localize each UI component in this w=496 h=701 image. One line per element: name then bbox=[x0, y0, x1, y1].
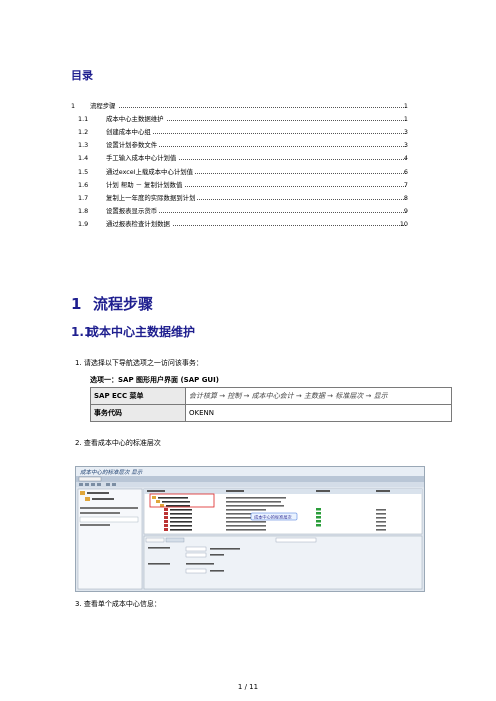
toc-leader bbox=[90, 101, 406, 108]
section-heading-1: 1 流程步骤 bbox=[71, 293, 153, 314]
toc-entry-text: 复制上一年度的实际数据到计划 bbox=[106, 192, 198, 203]
toc-entry-number: 1.4 bbox=[78, 154, 89, 163]
toc-entry-text: 成本中心主数据维护 bbox=[106, 114, 166, 125]
toc-entry-page: 1 bbox=[403, 115, 408, 124]
toc-entry[interactable]: 1.1 成本中心主数据维护 1 bbox=[0, 114, 496, 125]
toc-entry-number: 1.5 bbox=[78, 167, 89, 176]
navigation-table: SAP ECC 菜单 会计核算 → 控制 → 成本中心会计 → 主数据 → 标准… bbox=[90, 387, 452, 422]
toc-entry-page: 4 bbox=[403, 154, 408, 163]
toc-entry-number: 1.9 bbox=[78, 219, 89, 228]
toc-entry-page: 10 bbox=[399, 219, 408, 228]
toc-entry-number: 1 bbox=[71, 102, 76, 110]
menu-label: SAP ECC 菜单 bbox=[90, 387, 186, 405]
step-2: 2. 查看成本中心的标准层次 bbox=[75, 439, 161, 447]
section-number: 1.1 bbox=[71, 325, 93, 339]
toc-entry-text: 创建成本中心组 bbox=[106, 127, 153, 138]
toc-entry-text: 手工输入成本中心计划值 bbox=[106, 153, 179, 164]
toc-entry-text: 计划 帮助 － 复制计划数值 bbox=[106, 179, 185, 190]
sap-screenshot: 成本中心的标准层次 显示 成本中心的标准层次 bbox=[75, 466, 425, 592]
toc-entry-page: 3 bbox=[403, 141, 408, 150]
option-one-label: 选项一：SAP 图形用户界面 (SAP GUI) bbox=[90, 376, 219, 384]
sap-screenshot-drawing: 成本中心的标准层次 显示 成本中心的标准层次 bbox=[76, 467, 424, 590]
toc-entry-number: 1.2 bbox=[78, 128, 89, 137]
toc-entry-page: 1 bbox=[403, 102, 408, 110]
toc-entry-text: 设置报表显示货币 bbox=[106, 205, 160, 216]
toc-entry[interactable]: 1.8 设置报表显示货币 9 bbox=[0, 205, 496, 216]
page-footer: 1 / 11 bbox=[237, 683, 259, 691]
section-title: 成本中心主数据维护 bbox=[87, 325, 196, 339]
step-3: 3. 查看单个成本中心信息： bbox=[75, 600, 161, 608]
callout-text: 成本中心的标准层次 bbox=[254, 514, 293, 521]
toc-entry[interactable]: 1.6 计划 帮助 － 复制计划数值 7 bbox=[0, 179, 496, 190]
toc-entry[interactable]: 1.5 通过excel上载成本中心计划值 6 bbox=[0, 166, 496, 177]
section-title: 流程步骤 bbox=[93, 295, 154, 313]
toc-entry-page: 6 bbox=[403, 167, 408, 176]
toc-entry[interactable]: 1.4 手工输入成本中心计划值 4 bbox=[0, 153, 496, 164]
tcode-value: OKENN bbox=[185, 404, 452, 422]
toc-entry[interactable]: 1.7 复制上一年度的实际数据到计划 8 bbox=[0, 192, 496, 203]
toc-entry-text: 设置计划参数文件 bbox=[106, 140, 160, 151]
tcode-label: 事务代码 bbox=[90, 404, 186, 422]
toc-entry-text: 通过excel上载成本中心计划值 bbox=[106, 166, 196, 177]
toc-entry-number: 1.8 bbox=[78, 206, 89, 215]
section-number: 1 bbox=[71, 295, 82, 313]
toc-entry-page: 8 bbox=[403, 193, 408, 202]
step-1: 1. 请选择以下导航选项之一访问该事务： bbox=[75, 359, 203, 367]
toc-entry-page: 9 bbox=[403, 206, 408, 215]
toc-entry[interactable]: 1 流程步骤 1 bbox=[0, 101, 496, 111]
toc-title: 目录 bbox=[71, 69, 93, 82]
menu-path: 会计核算 → 控制 → 成本中心会计 → 主数据 → 标准层次 → 显示 bbox=[185, 387, 452, 405]
toc-entry-number: 1.6 bbox=[78, 180, 89, 189]
toc-entry[interactable]: 1.2 创建成本中心组 3 bbox=[0, 127, 496, 138]
section-heading-1-1: 1.1成本中心主数据维护 bbox=[71, 323, 195, 340]
toc-entry-number: 1.7 bbox=[78, 193, 89, 202]
toc-entry[interactable]: 1.9 通过报表检查计划数据 10 bbox=[0, 218, 496, 229]
toc-entry-number: 1.1 bbox=[78, 115, 89, 124]
toc-entry-number: 1.3 bbox=[78, 141, 89, 150]
toc-entry-page: 7 bbox=[403, 180, 408, 189]
toc-entry-text: 流程步骤 bbox=[90, 101, 118, 111]
toc-entry-text: 通过报表检查计划数据 bbox=[106, 218, 172, 229]
toc-entry[interactable]: 1.3 设置计划参数文件 3 bbox=[0, 140, 496, 151]
screenshot-title: 成本中心的标准层次 显示 bbox=[80, 469, 143, 476]
toc-entry-page: 3 bbox=[403, 128, 408, 137]
